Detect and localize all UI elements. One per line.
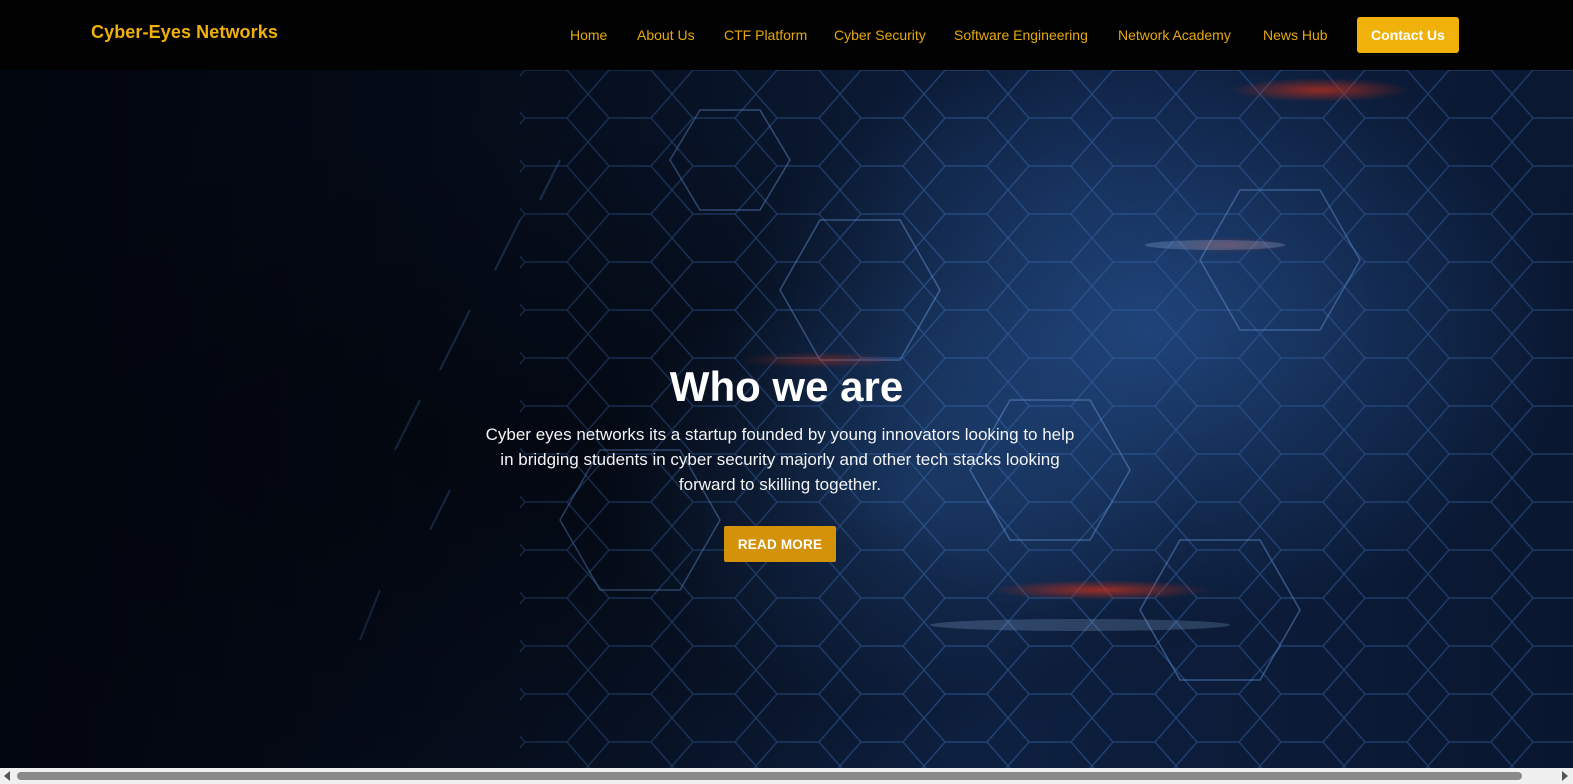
navbar: Cyber-Eyes Networks Home About Us CTF Pl… <box>0 0 1573 70</box>
nav-link-software-engineering[interactable]: Software Engineering <box>954 27 1088 43</box>
hero-title: Who we are <box>669 363 904 410</box>
hero-section: Who we are Cyber eyes networks its a sta… <box>0 70 1573 768</box>
triangle-left-icon[interactable] <box>4 771 10 781</box>
nav-link-home[interactable]: Home <box>570 27 607 43</box>
horizontal-scrollbar[interactable] <box>0 768 1573 784</box>
nav-link-network-academy[interactable]: Network Academy <box>1118 27 1231 43</box>
read-more-button[interactable]: READ MORE <box>724 526 836 562</box>
nav-link-ctf-platform[interactable]: CTF Platform <box>724 27 807 43</box>
nav-link-news-hub[interactable]: News Hub <box>1263 27 1328 43</box>
nav-link-cyber-security[interactable]: Cyber Security <box>834 27 926 43</box>
scrollbar-thumb[interactable] <box>17 772 1522 780</box>
brand-logo-text[interactable]: Cyber-Eyes Networks <box>91 22 278 43</box>
hero-description: Cyber eyes networks its a startup founde… <box>485 425 1075 494</box>
contact-us-button[interactable]: Contact Us <box>1357 17 1459 53</box>
nav-link-about-us[interactable]: About Us <box>637 27 695 43</box>
page: Cyber-Eyes Networks Home About Us CTF Pl… <box>0 0 1573 784</box>
triangle-right-icon[interactable] <box>1562 771 1568 781</box>
hero-dark-overlay <box>0 70 1573 768</box>
